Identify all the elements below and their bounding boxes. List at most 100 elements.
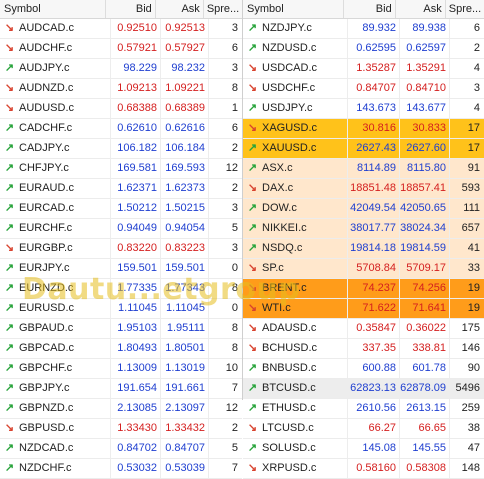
table-row[interactable]: ↘ BCHUSD.c 337.35 338.81 146 (243, 339, 484, 359)
table-row[interactable]: ↘ USDCAD.c 1.35287 1.35291 4 (243, 59, 484, 79)
table-row[interactable]: ↘ ADAUSD.c 0.35847 0.36022 175 (243, 319, 484, 339)
bid-price: 1.09213 (110, 79, 160, 98)
table-row[interactable]: ↘ WTI.c 71.622 71.641 19 (243, 299, 484, 319)
table-row[interactable]: ↗ NZDUSD.c 0.62595 0.62597 2 (243, 39, 484, 59)
table-row[interactable]: ↗ GBPJPY.c 191.654 191.661 7 (0, 379, 242, 399)
table-row[interactable]: ↘ AUDNZD.c 1.09213 1.09221 8 (0, 79, 242, 99)
spread-value: 19 (449, 299, 484, 318)
spread-value: 0 (208, 259, 242, 278)
column-header-ask[interactable]: Ask (394, 0, 445, 18)
ask-price: 1.62373 (160, 179, 208, 198)
arrow-up-right-icon: ↗ (247, 362, 258, 374)
table-row[interactable]: ↗ NZDJPY.c 89.932 89.938 6 (243, 19, 484, 39)
table-row[interactable]: ↗ NZDCAD.c 0.84702 0.84707 5 (0, 439, 242, 459)
symbol-name: EURCAD.c (19, 202, 75, 214)
table-row[interactable]: ↗ SOLUSD.c 145.08 145.55 47 (243, 439, 484, 459)
bid-price: 0.58160 (347, 459, 399, 478)
table-row[interactable]: ↘ GBPUSD.c 1.33430 1.33432 2 (0, 419, 242, 439)
table-row[interactable]: ↗ EURJPY.c 159.501 159.501 0 (0, 259, 242, 279)
ask-price: 0.68389 (160, 99, 208, 118)
bid-price: 0.84702 (110, 439, 160, 458)
ask-price: 0.83223 (160, 239, 208, 258)
table-row[interactable]: ↘ SP.c 5708.84 5709.17 33 (243, 259, 484, 279)
ask-price: 1.95111 (160, 319, 208, 338)
table-row[interactable]: ↗ ASX.c 8114.89 8115.80 91 (243, 159, 484, 179)
arrow-down-right-icon: ↘ (247, 262, 258, 274)
column-header-symbol[interactable]: Symbol (243, 0, 343, 18)
table-row[interactable]: ↗ GBPAUD.c 1.95103 1.95111 8 (0, 319, 242, 339)
table-row[interactable]: ↘ EURGBP.c 0.83220 0.83223 3 (0, 239, 242, 259)
arrow-down-right-icon: ↘ (4, 102, 15, 114)
table-row[interactable]: ↗ DOW.c 42049.54 42050.65 111 (243, 199, 484, 219)
arrow-up-right-icon: ↗ (247, 222, 258, 234)
ask-price: 1.11045 (160, 299, 208, 318)
table-row[interactable]: ↗ CHFJPY.c 169.581 169.593 12 (0, 159, 242, 179)
arrow-down-right-icon: ↘ (4, 242, 15, 254)
table-row[interactable]: ↘ USDCHF.c 0.84707 0.84710 3 (243, 79, 484, 99)
symbol-name: EURCHF.c (19, 222, 73, 234)
table-row[interactable]: ↗ BNBUSD.c 600.88 601.78 90 (243, 359, 484, 379)
table-row[interactable]: ↗ GBPCAD.c 1.80493 1.80501 8 (0, 339, 242, 359)
symbol-cell: ↗ EURCHF.c (0, 219, 110, 238)
symbol-cell: ↗ BNBUSD.c (243, 359, 347, 378)
bid-price: 0.57921 (110, 39, 160, 58)
symbol-name: BTCUSD.c (262, 382, 316, 394)
bid-price: 18851.48 (347, 179, 399, 198)
arrow-up-right-icon: ↗ (4, 322, 15, 334)
column-header-symbol[interactable]: Symbol (0, 0, 105, 18)
arrow-down-right-icon: ↘ (247, 182, 258, 194)
symbol-name: EURAUD.c (19, 182, 75, 194)
symbol-cell: ↗ NZDCAD.c (0, 439, 110, 458)
bid-price: 1.33430 (110, 419, 160, 438)
table-row[interactable]: ↘ XRPUSD.c 0.58160 0.58308 148 (243, 459, 484, 479)
spread-value: 2 (449, 39, 484, 58)
symbol-cell: ↘ AUDUSD.c (0, 99, 110, 118)
bid-price: 19814.18 (347, 239, 399, 258)
table-row[interactable]: ↗ EURAUD.c 1.62371 1.62373 2 (0, 179, 242, 199)
table-row[interactable]: ↗ CADCHF.c 0.62610 0.62616 6 (0, 119, 242, 139)
ask-price: 169.593 (160, 159, 208, 178)
market-watch-right-panel: Symbol Bid Ask Spre... ↗ NZDJPY.c 89.932 89… (242, 0, 484, 479)
spread-value: 3 (449, 79, 484, 98)
table-row[interactable]: ↘ XAGUSD.c 30.816 30.833 17 (243, 119, 484, 139)
table-row[interactable]: ↗ GBPNZD.c 2.13085 2.13097 12 (0, 399, 242, 419)
table-row[interactable]: ↗ NSDQ.c 19814.18 19814.59 41 (243, 239, 484, 259)
ask-price: 71.641 (399, 299, 449, 318)
bid-price: 8114.89 (347, 159, 399, 178)
table-row[interactable]: ↗ EURCAD.c 1.50212 1.50215 3 (0, 199, 242, 219)
table-row[interactable]: ↘ DAX.c 18851.48 18857.41 593 (243, 179, 484, 199)
table-row[interactable]: ↗ NIKKEI.c 38017.77 38024.34 657 (243, 219, 484, 239)
table-row[interactable]: ↗ EURUSD.c 1.11045 1.11045 0 (0, 299, 242, 319)
arrow-down-right-icon: ↘ (247, 62, 258, 74)
column-header-spread[interactable]: Spre... (444, 0, 484, 18)
spread-value: 10 (208, 359, 242, 378)
table-row[interactable]: ↗ EURCHF.c 0.94049 0.94054 5 (0, 219, 242, 239)
column-header-bid[interactable]: Bid (104, 0, 155, 18)
table-row[interactable]: ↗ AUDJPY.c 98.229 98.232 3 (0, 59, 242, 79)
table-row[interactable]: ↗ GBPCHF.c 1.13009 1.13019 10 (0, 359, 242, 379)
symbol-cell: ↗ EURCAD.c (0, 199, 110, 218)
arrow-up-right-icon: ↗ (4, 202, 15, 214)
symbol-cell: ↗ NSDQ.c (243, 239, 347, 258)
table-row[interactable]: ↗ BTCUSD.c 62823.13 62878.09 5496 (243, 379, 484, 399)
table-row[interactable]: ↘ AUDCHF.c 0.57921 0.57927 6 (0, 39, 242, 59)
arrow-up-right-icon: ↗ (247, 142, 258, 154)
table-row[interactable]: ↗ CADJPY.c 106.182 106.184 2 (0, 139, 242, 159)
column-header-spread[interactable]: Spre... (202, 0, 242, 18)
ask-price: 2627.60 (399, 139, 449, 158)
ask-price: 42050.65 (399, 199, 449, 218)
column-header-ask[interactable]: Ask (154, 0, 203, 18)
table-row[interactable]: ↘ BRENT.c 74.237 74.256 19 (243, 279, 484, 299)
table-row[interactable]: ↗ XAUUSD.c 2627.43 2627.60 17 (243, 139, 484, 159)
table-row[interactable]: ↗ EURNZD.c 1.77335 1.77343 8 (0, 279, 242, 299)
ask-price: 338.81 (399, 339, 449, 358)
table-row[interactable]: ↘ AUDCAD.c 0.92510 0.92513 3 (0, 19, 242, 39)
spread-value: 2 (208, 179, 242, 198)
spread-value: 8 (208, 319, 242, 338)
table-row[interactable]: ↗ USDJPY.c 143.673 143.677 4 (243, 99, 484, 119)
table-row[interactable]: ↗ NZDCHF.c 0.53032 0.53039 7 (0, 459, 242, 479)
table-row[interactable]: ↘ AUDUSD.c 0.68388 0.68389 1 (0, 99, 242, 119)
table-row[interactable]: ↘ LTCUSD.c 66.27 66.65 38 (243, 419, 484, 439)
table-row[interactable]: ↗ ETHUSD.c 2610.56 2613.15 259 (243, 399, 484, 419)
column-header-bid[interactable]: Bid (342, 0, 395, 18)
